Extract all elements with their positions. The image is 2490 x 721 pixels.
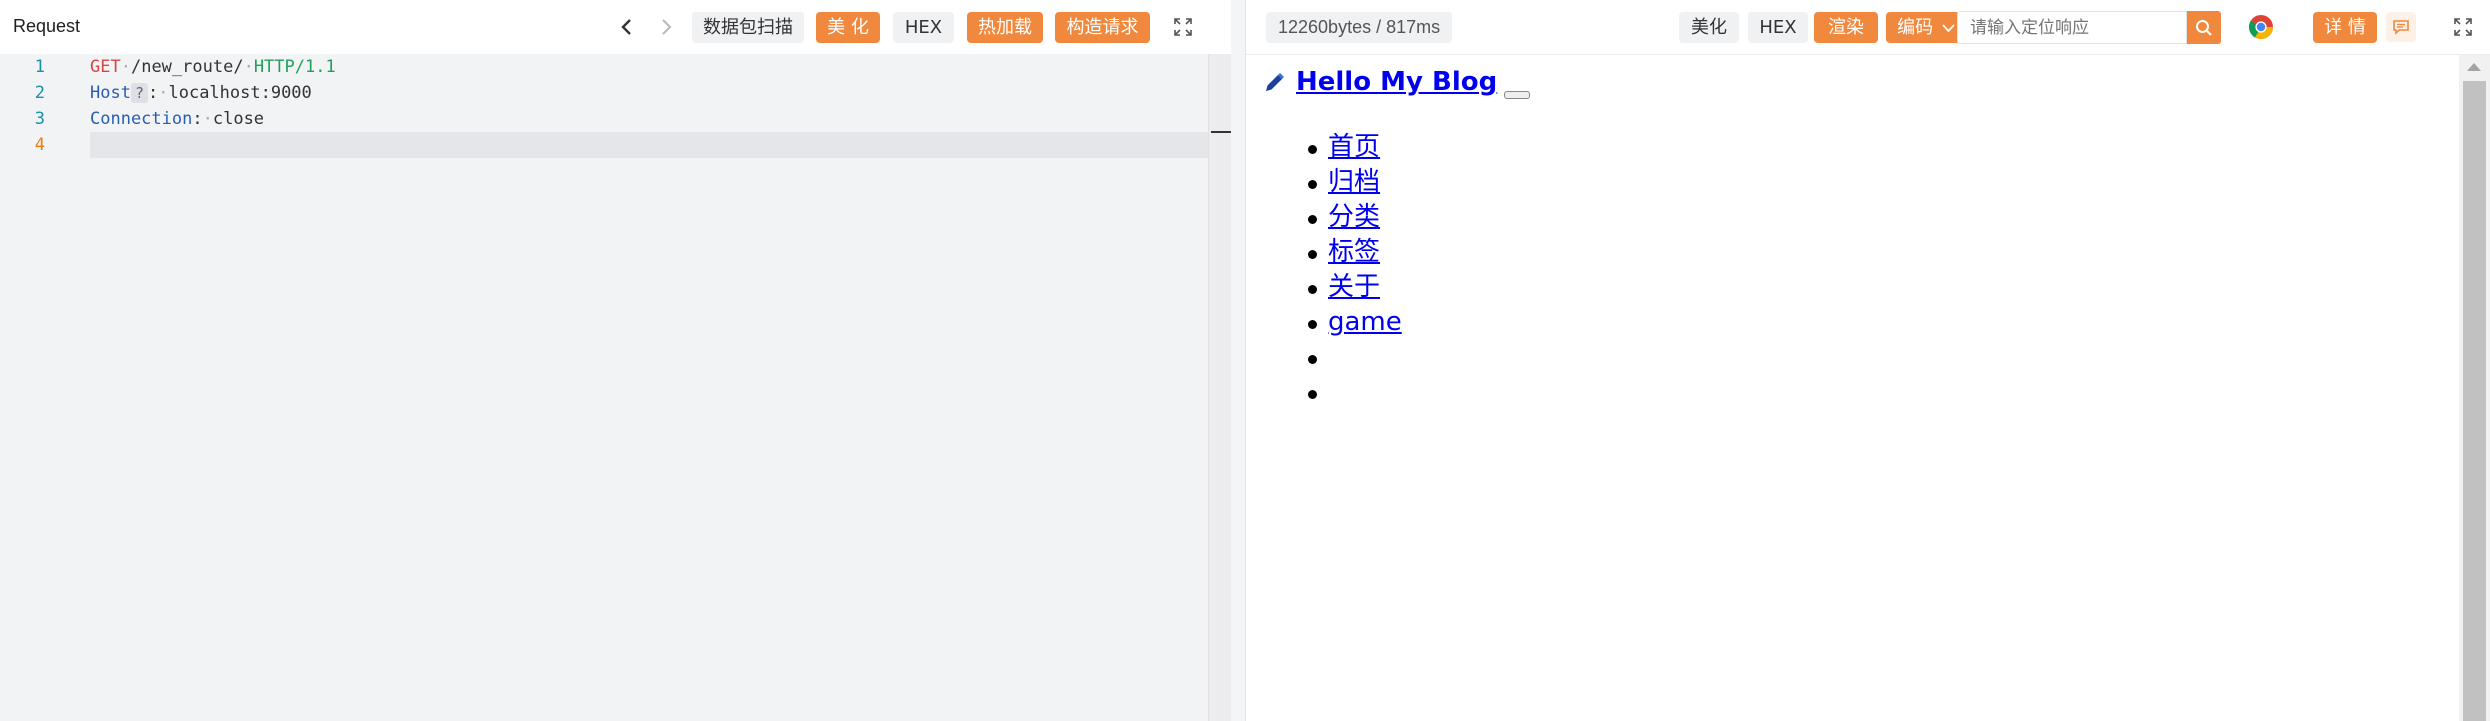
response-hex-button[interactable]: HEX xyxy=(1748,12,1808,43)
list-bullet xyxy=(1308,285,1317,294)
request-pane: Request 数据包扫描 美 化 HEX 热加载 构造请求 1 GET·/ne… xyxy=(0,0,1232,721)
request-toolbar: Request 数据包扫描 美 化 HEX 热加载 构造请求 xyxy=(0,0,1231,54)
open-in-browser-button[interactable] xyxy=(2247,13,2275,41)
expand-icon xyxy=(1174,18,1192,36)
pencil-icon xyxy=(1266,72,1284,91)
request-title: Request xyxy=(13,16,81,36)
nav-link-archive[interactable]: 归档 xyxy=(1328,165,1380,200)
blog-title-link[interactable]: Hello My Blog xyxy=(1262,67,1497,97)
chrome-icon xyxy=(2248,15,2273,40)
pane-divider[interactable] xyxy=(1231,0,1246,721)
request-expand-button[interactable] xyxy=(1168,12,1198,42)
nav-item-archive: 归档 xyxy=(1246,165,1646,200)
search-button[interactable] xyxy=(2187,11,2221,44)
list-bullet xyxy=(1308,215,1317,224)
construct-request-button[interactable]: 构造请求 xyxy=(1055,12,1150,43)
request-line: GET·/new_route/·HTTP/1.1 xyxy=(90,54,336,80)
nav-item-home: 首页 xyxy=(1246,130,1646,165)
comment-button[interactable] xyxy=(2386,12,2416,42)
list-bullet xyxy=(1308,390,1317,399)
search-icon xyxy=(2196,19,2212,36)
encoding-dropdown[interactable]: 编码 xyxy=(1886,12,1966,43)
nav-item-empty xyxy=(1246,375,1646,410)
nav-link-about[interactable]: 关于 xyxy=(1328,270,1380,305)
hot-load-button[interactable]: 热加载 xyxy=(967,12,1043,43)
header-line-host: Host?:·localhost:9000 xyxy=(90,83,312,103)
expand-icon xyxy=(2454,18,2472,36)
response-search-input[interactable] xyxy=(1957,11,2187,44)
whitespace-dot: · xyxy=(158,83,169,103)
list-bullet xyxy=(1308,320,1317,329)
rendered-response: Hello My Blog 首页 归档 分类 标签 关于 game xyxy=(1246,55,2456,721)
nav-item-category: 分类 xyxy=(1246,200,1646,235)
header-hint-badge[interactable]: ? xyxy=(130,83,148,103)
packet-scan-button[interactable]: 数据包扫描 xyxy=(692,12,804,43)
response-stats: 12260bytes / 817ms xyxy=(1266,12,1453,43)
nav-link-tags[interactable]: 标签 xyxy=(1328,235,1380,270)
whitespace-dot: · xyxy=(202,109,213,129)
nav-item-empty xyxy=(1246,340,1646,375)
back-button[interactable] xyxy=(612,12,642,42)
code-line: 2 Host?:·localhost:9000 xyxy=(0,80,1208,106)
menu-toggle-button[interactable] xyxy=(1504,91,1530,99)
nav-item-game: game xyxy=(1246,305,1646,340)
header-value: close xyxy=(212,109,265,129)
list-bullet xyxy=(1308,145,1317,154)
comment-icon xyxy=(2393,20,2409,35)
code-line: 3 Connection:·close xyxy=(0,106,1208,132)
list-bullet xyxy=(1308,180,1317,189)
line-number: 2 xyxy=(34,83,45,103)
render-button[interactable]: 渲染 xyxy=(1814,12,1878,43)
http-method: GET xyxy=(90,57,121,77)
list-bullet xyxy=(1308,250,1317,259)
details-button[interactable]: 详 情 xyxy=(2313,12,2377,43)
chevron-right-icon xyxy=(662,19,672,35)
nav-item-tags: 标签 xyxy=(1246,235,1646,270)
response-beautify-button[interactable]: 美化 xyxy=(1679,12,1739,43)
line-number: 4 xyxy=(34,135,45,155)
code-line: 1 GET·/new_route/·HTTP/1.1 xyxy=(0,54,1208,80)
editor-gutter xyxy=(1208,54,1232,721)
list-bullet xyxy=(1308,355,1317,364)
encoding-label: 编码 xyxy=(1897,17,1934,38)
request-path: /new_route/ xyxy=(130,57,244,77)
response-pane: 12260bytes / 817ms 美化 HEX 渲染 编码 请输入定位响应 … xyxy=(1246,0,2490,721)
hex-button[interactable]: HEX xyxy=(893,12,954,43)
response-scrollbar[interactable] xyxy=(2459,55,2490,721)
scroll-up-arrow[interactable] xyxy=(2467,63,2481,71)
header-value: localhost:9000 xyxy=(168,83,312,103)
response-expand-button[interactable] xyxy=(2448,12,2478,42)
current-line-highlight xyxy=(90,132,1208,158)
line-number: 3 xyxy=(34,109,45,129)
http-protocol: HTTP/1.1 xyxy=(253,57,336,77)
gutter-marker xyxy=(1211,131,1231,133)
header-key: Connection xyxy=(90,109,193,129)
header-line-connection: Connection:·close xyxy=(90,109,265,129)
line-number: 1 xyxy=(34,57,45,77)
whitespace-dot: · xyxy=(243,57,254,77)
blog-title-text: Hello My Blog xyxy=(1296,67,1498,97)
header-key: Host xyxy=(90,83,131,103)
response-toolbar: 12260bytes / 817ms 美化 HEX 渲染 编码 请输入定位响应 … xyxy=(1246,0,2490,55)
request-editor[interactable]: 1 GET·/new_route/·HTTP/1.1 2 Host?:·loca… xyxy=(0,54,1208,721)
scrollbar-thumb[interactable] xyxy=(2463,81,2486,721)
code-line: 4 xyxy=(0,132,1208,158)
chevron-down-icon xyxy=(1942,23,1955,32)
nav-link-home[interactable]: 首页 xyxy=(1328,130,1380,165)
nav-item-about: 关于 xyxy=(1246,270,1646,305)
nav-link-game[interactable]: game xyxy=(1328,305,1402,340)
chevron-left-icon xyxy=(621,19,631,35)
forward-button[interactable] xyxy=(651,12,681,42)
nav-link-category[interactable]: 分类 xyxy=(1328,200,1380,235)
beautify-button[interactable]: 美 化 xyxy=(816,12,880,43)
whitespace-dot: · xyxy=(120,57,131,77)
